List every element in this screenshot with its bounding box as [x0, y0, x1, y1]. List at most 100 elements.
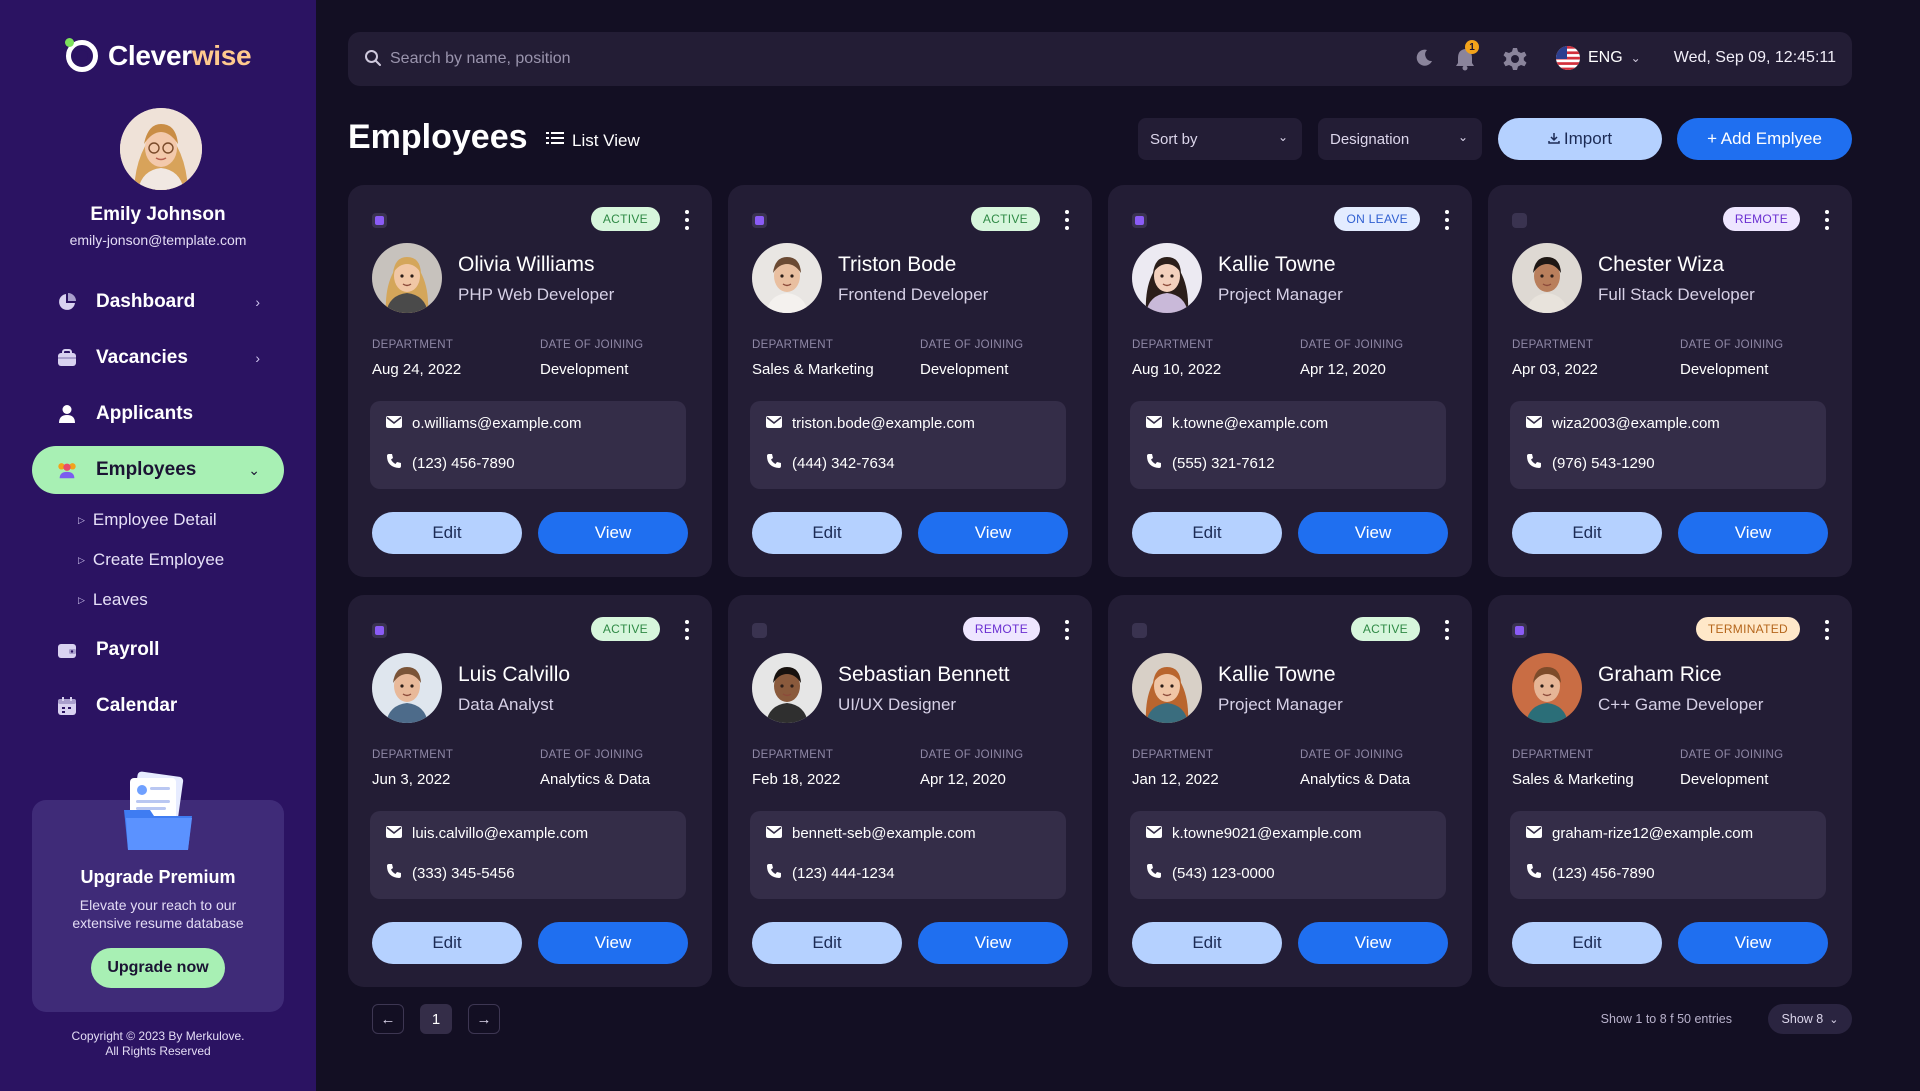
employee-avatar[interactable] [372, 653, 442, 723]
employee-phone[interactable]: (123) 444-1234 [792, 865, 895, 882]
employee-phone[interactable]: (123) 456-7890 [412, 455, 515, 472]
employee-grid: ACTIVE Olivia Williams PHP Web Developer… [348, 185, 1852, 987]
nav-item-dashboard[interactable]: Dashboard › [32, 278, 284, 326]
employee-name: Kallie Towne [1218, 253, 1336, 276]
envelope-icon [1146, 415, 1162, 432]
moon-icon[interactable] [1414, 48, 1434, 73]
designation-select[interactable]: Designation ⌄ [1318, 118, 1482, 160]
select-checkbox[interactable] [1132, 213, 1147, 228]
nav-item-calendar[interactable]: Calendar [32, 682, 284, 730]
employee-phone[interactable]: (543) 123-0000 [1172, 865, 1275, 882]
nav-item-payroll[interactable]: Payroll [32, 626, 284, 674]
edit-button[interactable]: Edit [752, 512, 902, 554]
show-per-page-select[interactable]: Show 8 ⌄ [1768, 1004, 1852, 1034]
gear-icon[interactable] [1503, 47, 1527, 76]
employee-email[interactable]: wiza2003@example.com [1552, 415, 1720, 432]
department-label: DEPARTMENT [372, 339, 454, 351]
view-button[interactable]: View [1678, 922, 1828, 964]
edit-button[interactable]: Edit [372, 512, 522, 554]
subnav-item-create-employee[interactable]: ▷ Create Employee [78, 540, 284, 580]
select-checkbox[interactable] [372, 213, 387, 228]
employee-email[interactable]: o.williams@example.com [412, 415, 581, 432]
chevron-down-icon: ⌄ [1457, 130, 1468, 144]
view-button[interactable]: View [538, 512, 688, 554]
select-checkbox[interactable] [1512, 623, 1527, 638]
nav-label-employees: Employees [96, 459, 197, 480]
employee-phone[interactable]: (976) 543-1290 [1552, 455, 1655, 472]
edit-button[interactable]: Edit [372, 922, 522, 964]
envelope-icon [766, 415, 782, 432]
upgrade-title: Upgrade Premium [80, 867, 236, 887]
employee-phone[interactable]: (333) 345-5456 [412, 865, 515, 882]
edit-button[interactable]: Edit [1132, 922, 1282, 964]
edit-button[interactable]: Edit [1512, 512, 1662, 554]
nav-item-applicants[interactable]: Applicants [32, 390, 284, 438]
list-view-toggle[interactable]: List View [546, 130, 640, 151]
nav-item-employees[interactable]: Employees ⌄ [32, 446, 284, 494]
more-options-icon[interactable] [684, 620, 690, 642]
select-checkbox[interactable] [752, 213, 767, 228]
employee-avatar[interactable] [1512, 243, 1582, 313]
more-options-icon[interactable] [1064, 620, 1070, 642]
upgrade-now-button[interactable]: Upgrade now [91, 948, 225, 988]
sort-by-label: Sort by [1150, 130, 1198, 148]
employee-avatar[interactable] [1132, 243, 1202, 313]
date-of-joining-value: Analytics & Data [540, 771, 651, 788]
logo-icon [65, 38, 98, 72]
subnav-item-employee-detail[interactable]: ▷ Employee Detail [78, 500, 284, 540]
add-employee-button[interactable]: + Add Emplyee [1677, 118, 1852, 160]
employee-avatar[interactable] [752, 653, 822, 723]
employee-email[interactable]: k.towne9021@example.com [1172, 825, 1362, 842]
employee-avatar[interactable] [372, 243, 442, 313]
employee-email[interactable]: graham-rize12@example.com [1552, 825, 1753, 842]
app-logo[interactable]: Cleverwise [65, 38, 252, 72]
search-input[interactable] [390, 44, 1090, 74]
status-badge: REMOTE [962, 617, 1040, 641]
subnav-item-leaves[interactable]: ▷ Leaves [78, 580, 284, 620]
edit-button[interactable]: Edit [1512, 922, 1662, 964]
employee-phone[interactable]: (444) 342-7634 [792, 455, 895, 472]
profile-avatar[interactable] [120, 108, 202, 190]
view-button[interactable]: View [1678, 512, 1828, 554]
edit-button[interactable]: Edit [1132, 512, 1282, 554]
select-checkbox[interactable] [752, 623, 767, 638]
view-button[interactable]: View [1298, 512, 1448, 554]
employee-phone[interactable]: (555) 321-7612 [1172, 455, 1275, 472]
view-button[interactable]: View [538, 922, 688, 964]
chevron-down-icon: ⌄ [1630, 51, 1641, 65]
more-options-icon[interactable] [1824, 210, 1830, 232]
employee-email[interactable]: luis.calvillo@example.com [412, 825, 588, 842]
page-number-button[interactable]: 1 [420, 1004, 452, 1034]
employee-phone[interactable]: (123) 456-7890 [1552, 865, 1655, 882]
import-button[interactable]: Import [1498, 118, 1662, 160]
us-flag-icon [1556, 46, 1580, 70]
more-options-icon[interactable] [1444, 620, 1450, 642]
more-options-icon[interactable] [1824, 620, 1830, 642]
date-of-joining-label: DATE OF JOINING [1680, 749, 1784, 761]
employee-avatar[interactable] [1132, 653, 1202, 723]
view-button[interactable]: View [1298, 922, 1448, 964]
nav-item-vacancies[interactable]: Vacancies › [32, 334, 284, 382]
employee-email[interactable]: k.towne@example.com [1172, 415, 1328, 432]
employee-avatar[interactable] [752, 243, 822, 313]
employee-email[interactable]: bennett-seb@example.com [792, 825, 976, 842]
prev-page-button[interactable]: ← [372, 1004, 404, 1034]
more-options-icon[interactable] [684, 210, 690, 232]
employee-avatar[interactable] [1512, 653, 1582, 723]
employee-email[interactable]: triston.bode@example.com [792, 415, 975, 432]
department-value: Aug 10, 2022 [1132, 361, 1222, 378]
view-button[interactable]: View [918, 512, 1068, 554]
select-checkbox[interactable] [1132, 623, 1147, 638]
select-checkbox[interactable] [1512, 213, 1527, 228]
more-options-icon[interactable] [1064, 210, 1070, 232]
view-button[interactable]: View [918, 922, 1068, 964]
edit-button[interactable]: Edit [752, 922, 902, 964]
sort-by-select[interactable]: Sort by ⌄ [1138, 118, 1302, 160]
search-icon [364, 49, 382, 72]
select-checkbox[interactable] [372, 623, 387, 638]
language-selector[interactable]: ENG ⌄ [1556, 46, 1641, 70]
department-value: Sales & Marketing [752, 361, 874, 378]
employee-name: Kallie Towne [1218, 663, 1336, 686]
more-options-icon[interactable] [1444, 210, 1450, 232]
next-page-button[interactable]: → [468, 1004, 500, 1034]
